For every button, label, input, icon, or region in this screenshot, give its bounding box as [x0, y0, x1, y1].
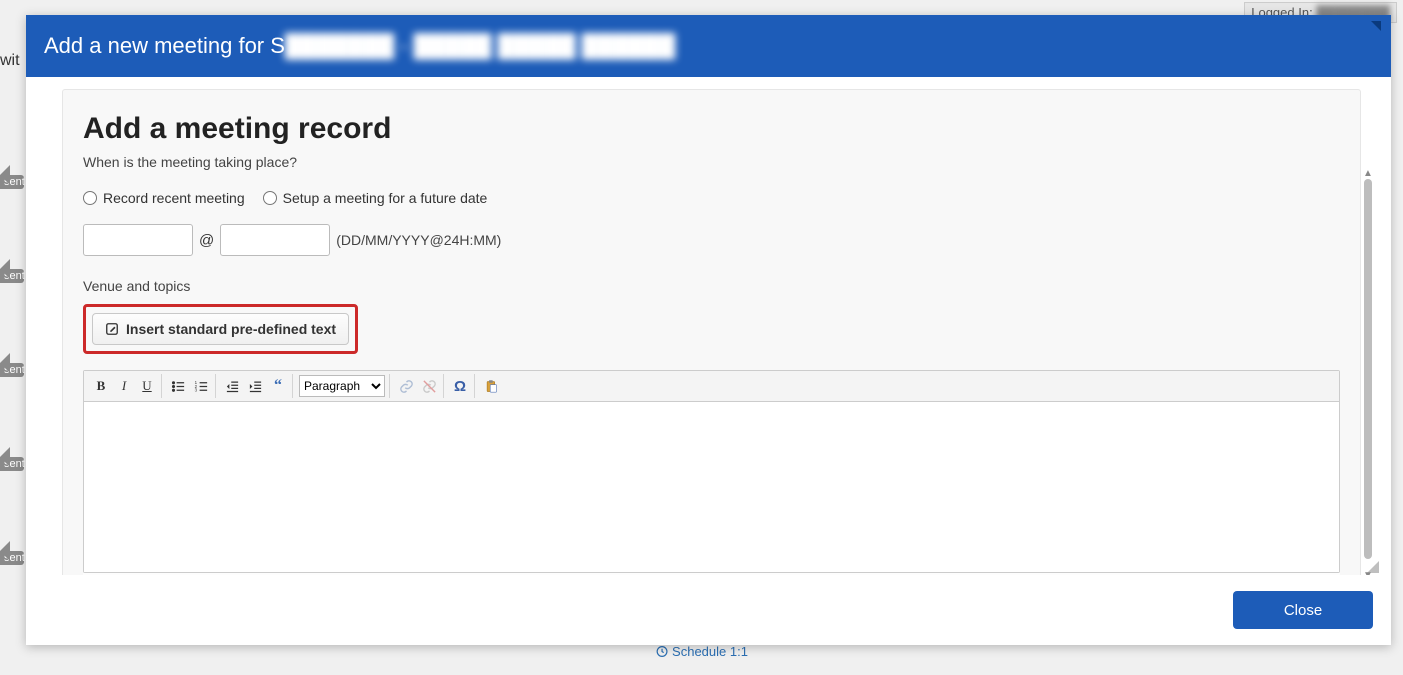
form-subtitle: When is the meeting taking place? [83, 154, 1340, 170]
status-badge: sent [0, 457, 24, 471]
status-badge: sent [0, 551, 24, 565]
bg-text-fragment: wit [0, 52, 20, 70]
modal-header: Add a new meeting for S███████ - █████ █… [26, 15, 1391, 77]
insert-predefined-highlight: Insert standard pre-defined text [83, 304, 358, 354]
schedule-link-label: Schedule 1:1 [672, 644, 748, 659]
add-meeting-modal: Add a new meeting for S███████ - █████ █… [26, 15, 1391, 645]
special-char-button[interactable]: Ω [450, 376, 470, 396]
radio-recent-input[interactable] [83, 191, 97, 205]
paste-button[interactable] [481, 376, 501, 396]
modal-title-prefix: Add a new meeting for S [44, 33, 285, 58]
close-button[interactable]: Close [1233, 591, 1373, 629]
italic-button[interactable]: I [114, 376, 134, 396]
svg-text:3: 3 [194, 387, 197, 392]
blockquote-button[interactable]: “ [268, 376, 288, 396]
scroll-up-arrow-icon[interactable]: ▲ [1363, 169, 1373, 179]
bullet-list-button[interactable] [168, 376, 188, 396]
venue-topics-label: Venue and topics [83, 278, 1340, 294]
meeting-timing-radios: Record recent meeting Setup a meeting fo… [83, 190, 1340, 206]
meeting-form-panel: Add a meeting record When is the meeting… [62, 89, 1361, 575]
scroll-thumb[interactable] [1364, 179, 1372, 559]
radio-recent-label: Record recent meeting [103, 190, 245, 206]
numbered-list-button[interactable]: 123 [191, 376, 211, 396]
schedule-link[interactable]: Schedule 1:1 [655, 644, 748, 659]
modal-body: Add a meeting record When is the meeting… [26, 77, 1391, 575]
rich-text-editor: B I U 123 [83, 370, 1340, 573]
status-badge: sent [0, 363, 24, 377]
scroll-track[interactable] [1364, 179, 1372, 571]
form-title: Add a meeting record [83, 112, 1340, 146]
date-time-row: @ (DD/MM/YYYY@24H:MM) [83, 224, 1340, 256]
status-badge: sent [0, 269, 24, 283]
radio-future-meeting[interactable]: Setup a meeting for a future date [263, 190, 488, 206]
radio-recent-meeting[interactable]: Record recent meeting [83, 190, 245, 206]
date-field[interactable] [83, 224, 193, 256]
radio-future-label: Setup a meeting for a future date [283, 190, 488, 206]
at-separator: @ [199, 232, 214, 249]
time-field[interactable] [220, 224, 330, 256]
outer-scrollbar[interactable] [1377, 153, 1389, 559]
link-button[interactable] [396, 376, 416, 396]
resize-icon[interactable] [1367, 561, 1379, 573]
clock-icon [655, 645, 668, 658]
radio-future-input[interactable] [263, 191, 277, 205]
resize-icon[interactable] [1371, 21, 1381, 31]
paragraph-format-select[interactable]: Paragraph [299, 375, 385, 397]
indent-button[interactable] [245, 376, 265, 396]
inner-scrollbar[interactable]: ▲ ▼ [1363, 169, 1373, 575]
insert-predefined-button[interactable]: Insert standard pre-defined text [92, 313, 349, 345]
date-format-hint: (DD/MM/YYYY@24H:MM) [336, 232, 501, 248]
bold-button[interactable]: B [91, 376, 111, 396]
unlink-button[interactable] [419, 376, 439, 396]
bg-tags-column: sent sent sent sent sent [0, 175, 24, 565]
edit-icon [105, 322, 119, 336]
modal-title-redacted: ███████ - █████ █████ ██████ [285, 33, 675, 58]
outdent-button[interactable] [222, 376, 242, 396]
modal-footer: Close [26, 575, 1391, 645]
insert-predefined-label: Insert standard pre-defined text [126, 321, 336, 337]
editor-toolbar: B I U 123 [84, 371, 1339, 402]
editor-textarea[interactable] [84, 402, 1339, 572]
status-badge: sent [0, 175, 24, 189]
underline-button[interactable]: U [137, 376, 157, 396]
